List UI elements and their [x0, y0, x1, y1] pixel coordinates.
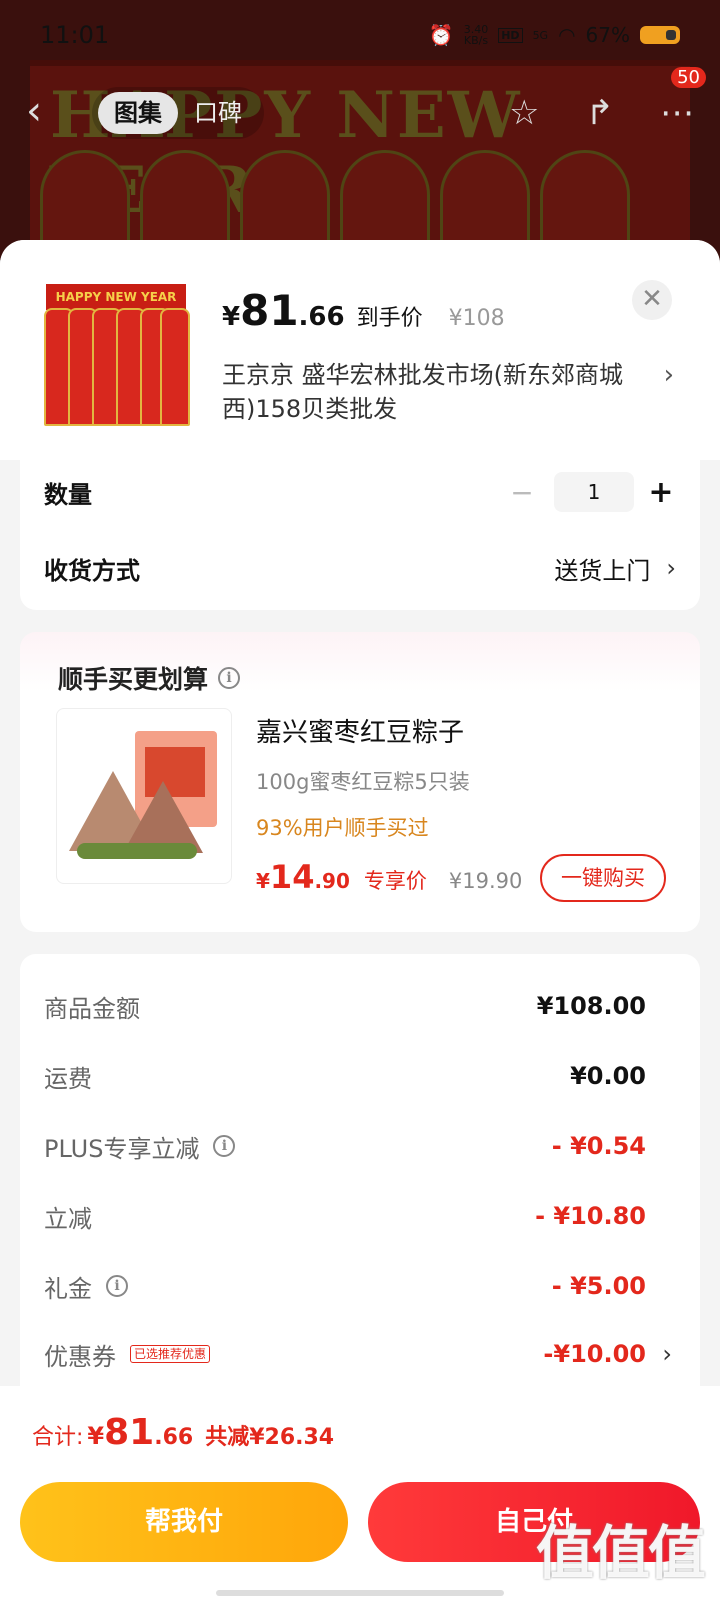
product-price: ¥ 81 .66 到手价 ¥108	[222, 286, 505, 335]
upsell-product-name[interactable]: 嘉兴蜜枣红豆粽子	[256, 712, 464, 749]
upsell-original-price: ¥19.90	[448, 869, 523, 893]
help-pay-button[interactable]: 帮我付	[20, 1482, 348, 1562]
tab-gallery[interactable]: 图集	[98, 92, 178, 134]
back-arrow-icon[interactable]: ‹	[26, 91, 66, 133]
share-icon[interactable]: ↱	[586, 93, 615, 133]
chevron-right-icon: ›	[662, 1340, 672, 1368]
close-icon[interactable]: ✕	[632, 280, 672, 320]
watermark: 值值值 zhizhizhi.com	[535, 1519, 706, 1600]
battery-percent: 67%	[585, 23, 630, 47]
more-icon[interactable]: ⋯ 50	[660, 67, 706, 133]
info-icon[interactable]: i	[213, 1135, 236, 1157]
info-icon[interactable]: i	[106, 1275, 128, 1297]
price-tag: 到手价	[356, 306, 423, 331]
upsell-social-proof: 93%用户顺手买过	[256, 816, 429, 840]
net-speed: 3.40 KB/s	[463, 23, 489, 47]
star-icon[interactable]: ☆	[509, 93, 539, 133]
delivery-label: 收货方式	[44, 556, 140, 585]
fee-row-gift-money: 礼金 i - ¥5.00	[44, 1272, 646, 1303]
hd-icon: HD	[498, 27, 523, 43]
quantity-label: 数量	[44, 480, 92, 509]
shop-name[interactable]: 王京京 盛华宏林批发市场(新东郊商城西)158贝类批发	[222, 358, 642, 426]
upsell-title: 顺手买更划算 i	[58, 660, 241, 696]
wifi-icon: ◠	[558, 23, 576, 47]
status-bar: 11:01 ⏰ 3.40 KB/s HD 5G ◠ 67%	[0, 0, 720, 70]
product-thumbnail: HAPPY NEW YEAR	[40, 278, 190, 428]
one-click-buy-button[interactable]: 一键购买	[540, 854, 666, 902]
upsell-price-tag: 专享价	[363, 869, 427, 893]
upsell-product-image[interactable]	[56, 708, 232, 884]
chevron-right-icon: ›	[666, 554, 676, 582]
checkout-sheet: HAPPY NEW YEAR ¥ 81 .66 到手价 ¥108 ✕ 王京京 盛…	[0, 240, 720, 1600]
quantity-input[interactable]: 1	[554, 472, 634, 512]
fee-row-instant-discount: 立减 - ¥10.80	[44, 1202, 646, 1233]
upsell-card: 顺手买更划算 i 嘉兴蜜枣红豆粽子 100g蜜枣红豆粽5只装 93%用户顺手买过…	[20, 632, 700, 932]
upsell-product-spec: 100g蜜枣红豆粽5只装	[256, 770, 470, 794]
info-icon[interactable]: i	[218, 667, 241, 689]
message-badge: 50	[671, 67, 706, 88]
product-header: HAPPY NEW YEAR ¥ 81 .66 到手价 ¥108 ✕ 王京京 盛…	[0, 240, 720, 460]
fee-row-coupon[interactable]: 优惠券 已选推荐优惠 -¥10.00 ›	[44, 1334, 676, 1374]
order-total: 合计: ¥ 81 .66 共减¥26.34	[32, 1412, 335, 1453]
fee-row-plus-discount: PLUS专享立减 i - ¥0.54	[44, 1132, 646, 1163]
home-indicator[interactable]	[216, 1590, 504, 1596]
top-nav: ‹ 图集 口碑 ☆ ↱ ⋯ 50	[0, 67, 720, 146]
fee-row-subtotal: 商品金额 ¥108.00	[44, 992, 646, 1023]
tab-reviews[interactable]: 口碑	[178, 92, 258, 134]
price-breakdown-card: 商品金额 ¥108.00 运费 ¥0.00 PLUS专享立减 i - ¥0.54 …	[20, 954, 700, 1414]
delivery-row[interactable]: 收货方式 送货上门 ›	[44, 540, 676, 596]
plus-icon[interactable]: +	[646, 475, 676, 510]
total-saved: 共减¥26.34	[205, 1425, 335, 1450]
battery-icon	[640, 26, 680, 44]
chevron-right-icon[interactable]: ›	[664, 360, 674, 390]
minus-icon[interactable]: −	[502, 476, 542, 509]
coupon-recommended-tag: 已选推荐优惠	[130, 1345, 211, 1363]
original-price: ¥108	[448, 306, 505, 331]
options-card: 数量 − 1 + 收货方式 送货上门 ›	[20, 454, 700, 610]
alarm-icon: ⏰	[428, 23, 454, 47]
upsell-price: ¥ 14 .90 专享价 ¥19.90	[256, 858, 523, 896]
gallery-tabs: 图集 口碑	[92, 87, 264, 139]
quantity-stepper: − 1 +	[502, 472, 676, 512]
fee-row-shipping: 运费 ¥0.00	[44, 1062, 646, 1093]
status-time: 11:01	[40, 21, 110, 49]
signal-icon: 5G	[532, 28, 549, 42]
delivery-value: 送货上门	[554, 556, 651, 585]
